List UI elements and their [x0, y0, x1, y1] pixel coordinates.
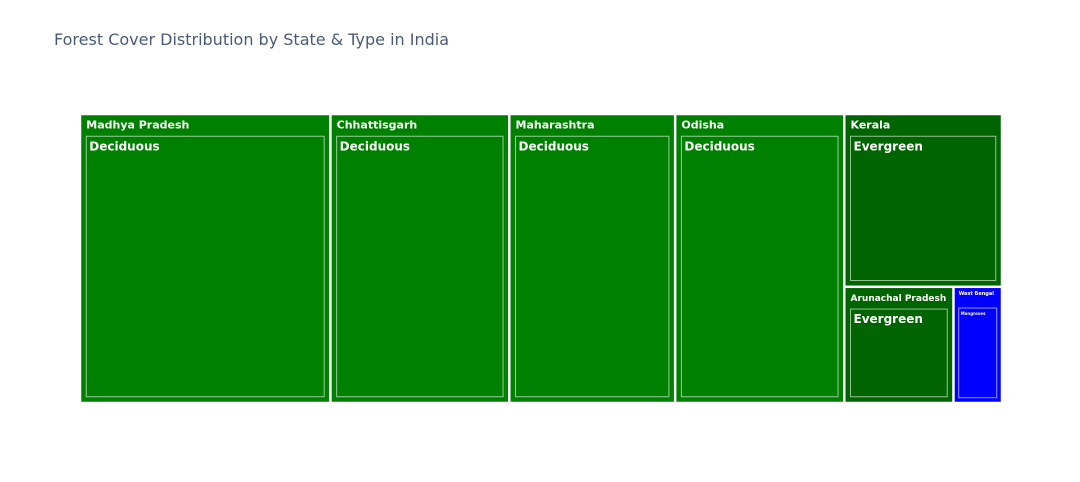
type-label: Deciduous	[519, 139, 589, 153]
state-group-maharashtra[interactable]: Maharashtra Deciduous	[510, 115, 674, 402]
type-label: Deciduous	[89, 139, 159, 153]
treemap: Madhya Pradesh Deciduous Chhattisgarh Decid…	[81, 115, 1001, 402]
type-label: Deciduous	[684, 139, 754, 153]
type-tile[interactable]	[958, 307, 998, 399]
type-label: Mangroves	[961, 311, 986, 316]
state-label: Odisha	[681, 118, 724, 131]
state-group-madhya-pradesh[interactable]: Madhya Pradesh Deciduous	[81, 115, 330, 402]
state-label: West Bengal	[959, 291, 995, 297]
state-group-arunachal-pradesh[interactable]: Arunachal Pradesh Evergreen	[845, 288, 953, 402]
state-group-west-bengal[interactable]: West Bengal Mangroves	[954, 288, 1001, 402]
type-tile[interactable]	[850, 135, 997, 282]
state-label: Maharashtra	[516, 118, 595, 131]
state-group-chhattisgarh[interactable]: Chhattisgarh Deciduous	[331, 115, 509, 402]
state-group-odisha[interactable]: Odisha Deciduous	[676, 115, 844, 402]
type-label: Deciduous	[340, 139, 410, 153]
state-group-kerala[interactable]: Kerala Evergreen	[845, 115, 1001, 286]
type-tile[interactable]	[680, 135, 839, 398]
type-label: Evergreen	[854, 139, 923, 153]
state-label: Madhya Pradesh	[86, 118, 189, 131]
type-tile[interactable]	[515, 135, 670, 398]
state-label: Kerala	[851, 118, 891, 131]
type-tile[interactable]	[336, 135, 504, 398]
state-label: Arunachal Pradesh	[851, 294, 947, 304]
type-label: Evergreen	[854, 312, 923, 326]
type-tile[interactable]	[85, 135, 325, 398]
state-label: Chhattisgarh	[337, 118, 418, 131]
